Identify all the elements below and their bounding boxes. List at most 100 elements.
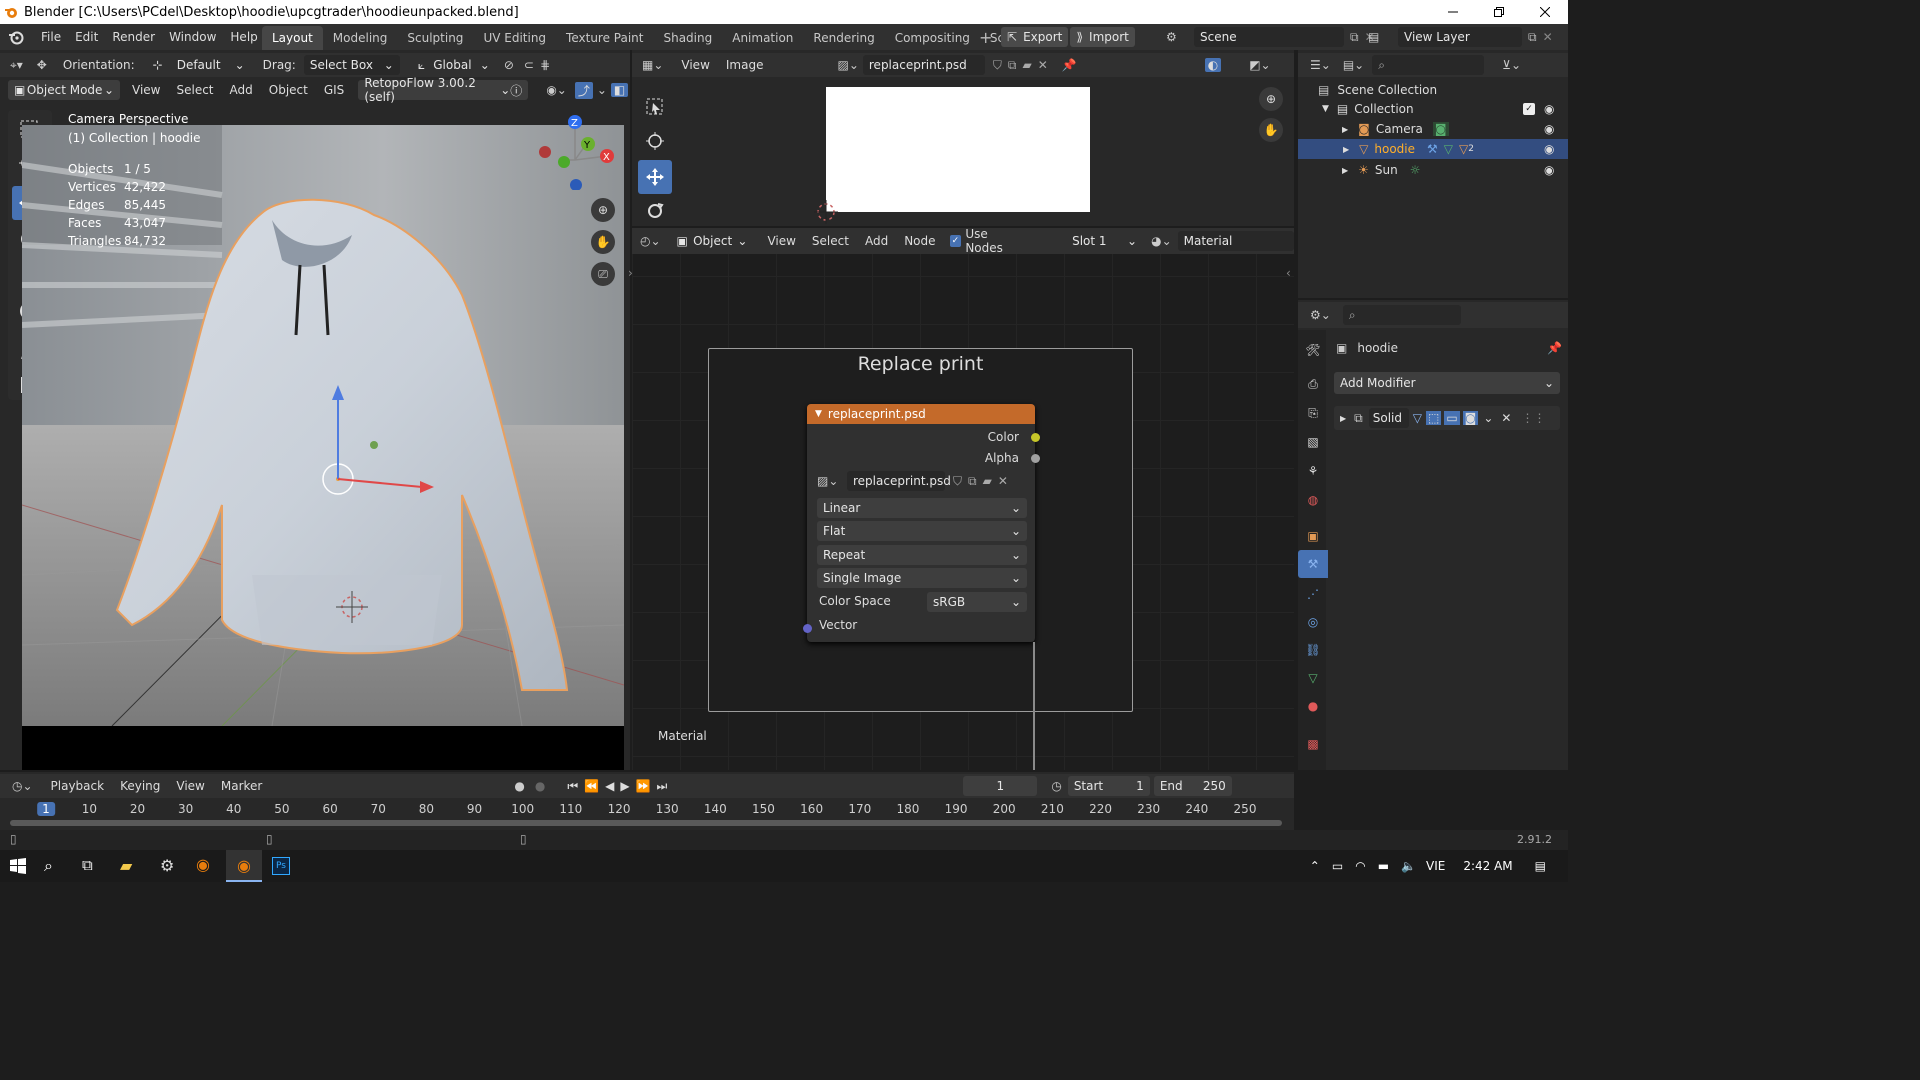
photoshop-taskbar-icon[interactable]: Ps (272, 857, 290, 875)
node-menu-add[interactable]: Add (857, 234, 896, 248)
transform-move-icon[interactable]: ✥ (37, 58, 47, 72)
jump-start-icon[interactable]: ⏮ (567, 779, 578, 794)
camera-eye-icon[interactable]: ◉ (1544, 122, 1554, 136)
visibility-icon[interactable]: ◉⌄ (546, 83, 567, 97)
menu-edit[interactable]: Edit (68, 30, 105, 44)
view-layer-selector[interactable]: View Layer (1398, 27, 1522, 47)
collection-row[interactable]: ▼ ▤ Collection ✓ ◉ (1322, 99, 1568, 119)
new-image-icon[interactable]: ⧉ (1008, 58, 1017, 73)
tool-tab-icon[interactable]: 🛠 (1298, 336, 1328, 364)
viewport-menu-view[interactable]: View (124, 83, 168, 97)
image-zoom-icon[interactable]: ⊕ (1259, 87, 1283, 111)
menu-window[interactable]: Window (162, 30, 223, 44)
play-reverse-icon[interactable]: ◀ (605, 779, 614, 793)
task-view-icon[interactable]: ⧉ (82, 856, 93, 874)
image-select-tool-icon[interactable] (638, 90, 672, 124)
keyframe-record-icon[interactable]: ● (514, 779, 524, 793)
volume-icon[interactable]: 🔈 (1401, 859, 1416, 873)
render-display-icon[interactable]: ◙ (1462, 411, 1479, 425)
viewport-display-icon[interactable]: ▭ (1444, 411, 1460, 425)
render-tab-icon[interactable]: ⎙ (1298, 370, 1328, 398)
scene-tab-icon[interactable]: ⚘ (1298, 457, 1328, 485)
particles-tab-icon[interactable]: ⋰ (1298, 580, 1328, 608)
extension-dropdown[interactable]: Repeat ⌄ (817, 545, 1027, 565)
scene-selector[interactable]: Scene (1194, 27, 1344, 47)
file-explorer-icon[interactable]: ▰ (120, 856, 132, 875)
scene-icon[interactable]: ⚙ (1166, 30, 1194, 44)
collection-eye-icon[interactable]: ◉ (1544, 102, 1554, 116)
zoom-icon[interactable]: ⊕ (591, 198, 615, 222)
shader-type-dropdown[interactable]: ▣ Object ⌄ (671, 231, 754, 251)
outliner-row-camera[interactable]: ▶ ◙ Camera ◙ ◉ (1342, 119, 1568, 139)
modifier-expand-icon[interactable]: ▶ (1340, 414, 1346, 423)
expand-arrow-icon[interactable]: ▶ (1342, 166, 1348, 175)
slot-dropdown[interactable]: Slot 1 ⌄ (1066, 231, 1143, 251)
add-workspace-icon[interactable]: + (979, 28, 992, 47)
camera-view-icon[interactable]: ⎚ (591, 262, 615, 286)
expand-arrow-icon[interactable]: ▼ (1322, 104, 1329, 114)
start-icon[interactable] (10, 858, 26, 877)
transform-space-dropdown[interactable]: ⟀ Global ⌄ (412, 55, 496, 75)
jump-prev-key-icon[interactable]: ⏪ (584, 779, 599, 793)
xray-icon[interactable]: ◧ (610, 83, 629, 97)
start-frame-field[interactable]: Start 1 (1067, 776, 1150, 796)
image-browse-icon[interactable]: ▨⌄ (837, 58, 858, 72)
projection-dropdown[interactable]: Flat ⌄ (817, 521, 1027, 541)
constraints-tab-icon[interactable]: ⛓ (1298, 636, 1328, 664)
notification-icon[interactable]: ▤ (1535, 859, 1546, 873)
fake-user-icon[interactable]: ⛉ (993, 58, 1002, 73)
menu-file[interactable]: File (34, 30, 68, 44)
modifier-tab-icon[interactable]: ⚒ (1298, 550, 1328, 578)
rp-import-button[interactable]: ⟫ Import (1070, 27, 1135, 47)
image-name-field[interactable]: replaceprint.psd (862, 55, 985, 75)
gizmo-toggle-icon[interactable]: ⤴ (574, 81, 593, 99)
texture-tab-icon[interactable]: ▩ (1298, 730, 1328, 758)
node-header[interactable]: ▼ replaceprint.psd (807, 404, 1035, 424)
image-menu-view[interactable]: View (673, 58, 717, 72)
view-layer-icon[interactable]: ▤ (1368, 30, 1398, 44)
end-frame-field[interactable]: End 250 (1153, 776, 1232, 796)
material-name-field[interactable]: Material (1177, 231, 1294, 251)
node-unlink-icon[interactable]: ✕ (998, 474, 1008, 488)
tab-uv-editing[interactable]: UV Editing (473, 26, 556, 50)
image-canvas[interactable] (826, 87, 1090, 212)
outliner-row-hoodie[interactable]: ▶ ▽ hoodie ⚒ ▽ ▽ 2 ◉ (1298, 139, 1568, 159)
viewport-menu-add[interactable]: Add (222, 83, 261, 97)
retopoflow-dropdown[interactable]: RetopoFlow 3.00.2 (self) ⌄ ⓘ (358, 76, 529, 104)
collapse-icon[interactable]: ▼ (815, 409, 822, 419)
sidebar-expand-icon[interactable]: ‹ (1286, 266, 1291, 280)
display-mode-icon[interactable]: ▤⌄ (1343, 58, 1364, 72)
node-open-image-icon[interactable]: ▰ (983, 474, 992, 488)
tray-device-icon[interactable]: ▭ (1332, 859, 1343, 873)
outliner-type-icon[interactable]: ☰⌄ (1310, 58, 1331, 72)
close-window-button[interactable] (1522, 0, 1568, 24)
minimize-button[interactable] (1430, 0, 1476, 24)
use-nodes-checkbox[interactable]: ✓ Use Nodes (949, 227, 1029, 255)
mode-dropdown[interactable]: ▣ Object Mode ⌄ (8, 80, 120, 100)
preview-range-icon[interactable]: ◷ (1051, 779, 1061, 793)
material-tab-icon[interactable]: ● (1298, 692, 1328, 720)
delete-view-layer-icon[interactable]: ✕ (1543, 30, 1553, 44)
orientation-dropdown[interactable]: ⊹ Default ⌄ (147, 55, 251, 75)
taskbar-app-icon[interactable]: ⚙ (160, 856, 174, 875)
unlink-image-icon[interactable]: ✕ (1038, 58, 1048, 72)
help-icon[interactable]: ⓘ (510, 82, 522, 99)
colorspace-dropdown[interactable]: sRGB ⌄ (927, 592, 1027, 612)
interpolation-dropdown[interactable]: Linear ⌄ (817, 498, 1027, 518)
world-tab-icon[interactable]: ◍ (1298, 486, 1328, 514)
image-editor-type-icon[interactable]: ▦⌄ (642, 58, 663, 72)
display-channels-icon[interactable]: ◩⌄ (1249, 58, 1270, 72)
timeline-menu-playback[interactable]: Playback (43, 779, 113, 793)
add-modifier-dropdown[interactable]: Add Modifier ⌄ (1334, 372, 1560, 394)
modifier-panel[interactable]: ▶ ⧉ Solid ▽ ⬚ ▭ ◙ ⌄ ✕ ⋮⋮ (1334, 406, 1560, 430)
play-icon[interactable]: ▶ (620, 779, 629, 793)
node-editor-type-icon[interactable]: ◴⌄ (640, 234, 661, 248)
language-indicator[interactable]: VIE (1426, 859, 1445, 873)
timeline-menu-keying[interactable]: Keying (112, 779, 168, 793)
rp-export-button[interactable]: ⇱ Export (1001, 27, 1069, 47)
jump-end-icon[interactable]: ⏭ (657, 779, 668, 794)
taskbar-search-icon[interactable]: ⌕ (44, 856, 53, 876)
pin-icon[interactable]: 📌 (1062, 58, 1077, 72)
battery-icon[interactable]: ▬ (1378, 859, 1389, 873)
filter-icon[interactable]: ⊻⌄ (1502, 58, 1521, 72)
